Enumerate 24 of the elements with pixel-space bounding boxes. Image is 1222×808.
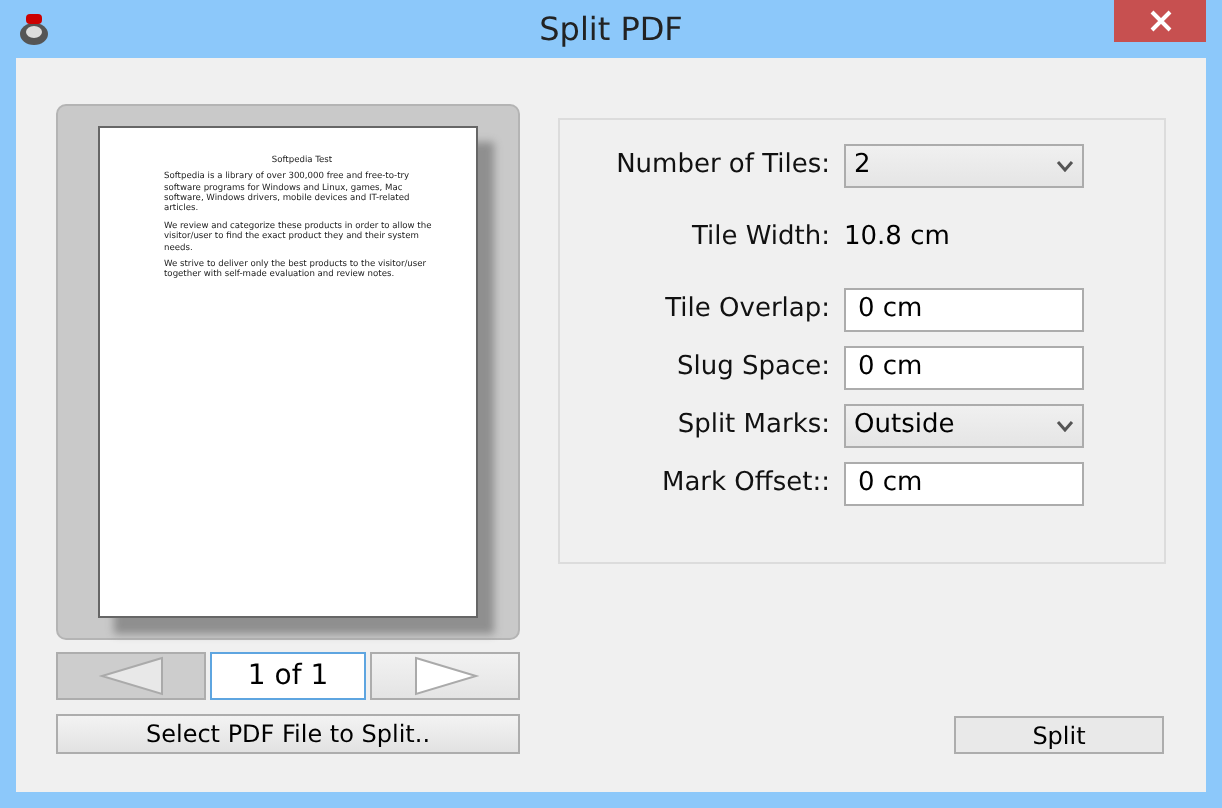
field-label: Tile Width:	[689, 220, 830, 257]
window-title: Split PDF	[539, 7, 683, 51]
field-label: Number of Tiles:	[614, 148, 830, 185]
dropdown[interactable]: Outside	[844, 403, 1084, 447]
field-label: Split Marks:	[675, 407, 830, 444]
field-value: 10.8 cm	[844, 220, 950, 257]
field-label: Tile Overlap:	[663, 291, 830, 328]
field-label: Slug Space:	[675, 349, 830, 386]
right-arrow-icon	[411, 656, 479, 696]
input-field[interactable]: 0 cm	[844, 345, 1084, 389]
app-icon	[18, 12, 50, 46]
split-button[interactable]: Split	[954, 716, 1164, 754]
left-arrow-icon	[97, 656, 165, 696]
select-file-button[interactable]: Select PDF File to Split..	[56, 714, 520, 754]
close-icon	[1149, 10, 1171, 32]
dropdown[interactable]: 2	[844, 144, 1084, 188]
next-page-button[interactable]	[370, 652, 520, 700]
page-indicator: 1 of 1	[210, 652, 366, 700]
chevron-down-icon	[1056, 160, 1074, 172]
field-label: Mark Offset::	[659, 465, 830, 502]
chevron-down-icon	[1056, 419, 1074, 431]
input-field[interactable]: 0 cm	[844, 287, 1084, 331]
close-button[interactable]	[1114, 0, 1206, 42]
input-field[interactable]: 0 cm	[844, 461, 1084, 505]
